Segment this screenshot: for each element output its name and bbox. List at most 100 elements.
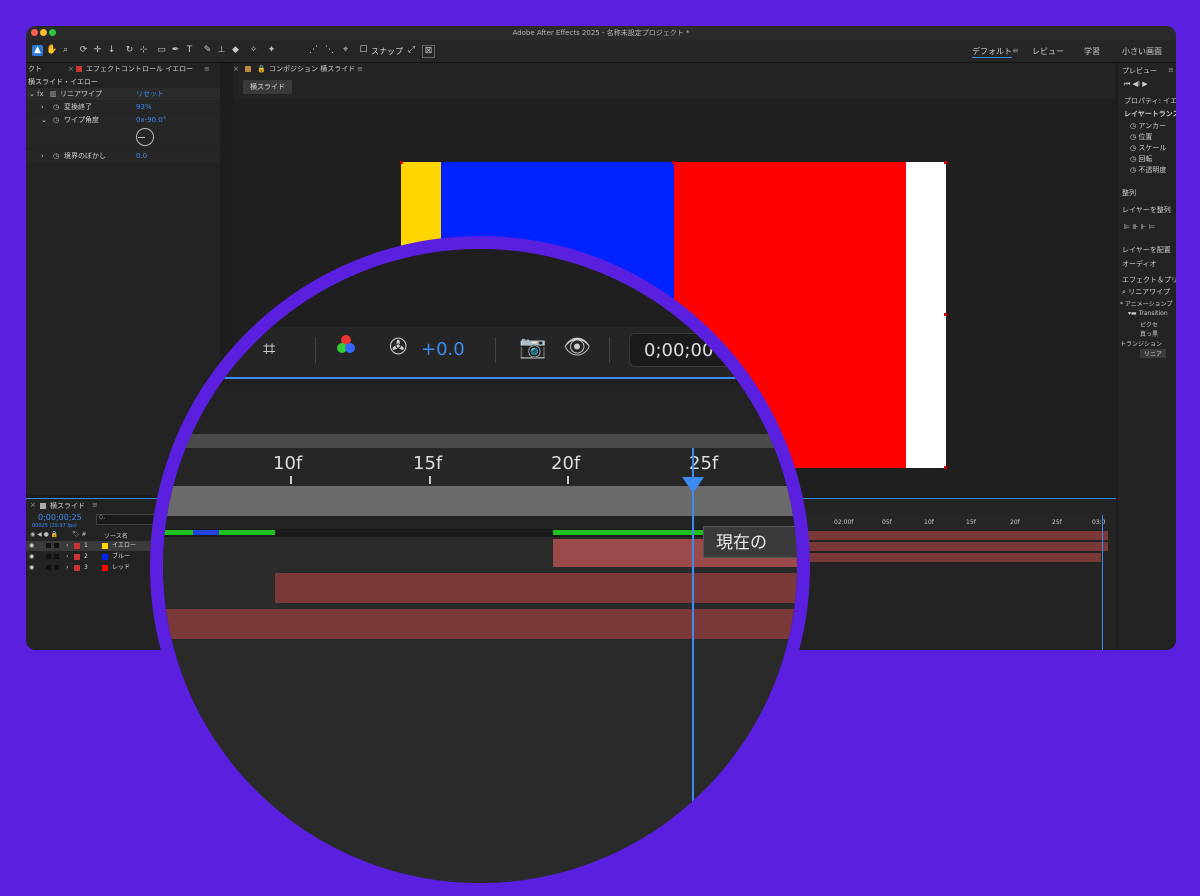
expand-arrow-icon[interactable]: ›: [66, 563, 68, 573]
roto-brush-tool-icon[interactable]: ✧: [248, 45, 259, 56]
exposure-value[interactable]: +0.0: [421, 339, 465, 360]
axis-view-icon[interactable]: ⌖: [340, 45, 351, 56]
solo-switch[interactable]: [46, 543, 51, 548]
panel-menu-icon[interactable]: ≡: [357, 63, 363, 75]
align-to-label[interactable]: レイヤーを整列: [1122, 205, 1171, 215]
angle-dial-icon[interactable]: [136, 128, 154, 146]
panel-menu-icon[interactable]: ≡: [92, 501, 98, 509]
visibility-icon[interactable]: ◉: [29, 541, 34, 551]
solo-switch[interactable]: [46, 554, 51, 559]
exposure-reset-icon[interactable]: ✇: [389, 335, 407, 360]
align-buttons-icon[interactable]: ⊫ ⊪ ⊩ ⊨: [1124, 223, 1155, 231]
stopwatch-icon[interactable]: ◷: [53, 150, 59, 162]
transform-anchor[interactable]: ◷ アンカー: [1130, 121, 1166, 131]
workspace-small-screen[interactable]: 小さい画面: [1122, 46, 1162, 57]
preset-item[interactable]: ピクセ: [1140, 320, 1158, 329]
workspace-review[interactable]: レビュー: [1032, 46, 1064, 57]
source-name-header[interactable]: ソース名: [104, 531, 128, 540]
lock-switch[interactable]: [54, 543, 59, 548]
clone-stamp-tool-icon[interactable]: ⊥: [216, 45, 227, 56]
timeline-comp-tab[interactable]: 横スライド: [50, 501, 85, 511]
transitions-folder[interactable]: ▾▬ Transition: [1128, 310, 1168, 317]
zoomed-time-navigator[interactable]: [163, 434, 797, 448]
effects-presets-tab[interactable]: エフェクト＆プリ: [1122, 275, 1176, 285]
lock-icon[interactable]: 🔒: [257, 63, 266, 75]
dolly-tool-icon[interactable]: ↓: [106, 45, 117, 56]
timecode-display[interactable]: 0;00;00: [629, 333, 797, 367]
playhead-icon[interactable]: [682, 477, 704, 493]
preset-item[interactable]: 真っ黒: [1140, 329, 1158, 338]
layer-row-2[interactable]: ◉ › 2 ブルー: [26, 552, 156, 562]
expand-arrow-icon[interactable]: ⌄: [41, 114, 47, 126]
orbit-tool-icon[interactable]: ⟳: [78, 45, 89, 56]
snap-checkbox-icon[interactable]: ☐: [358, 45, 369, 56]
snap-grid-icon[interactable]: ⊠: [422, 45, 435, 58]
pan-tool-icon[interactable]: ✛: [92, 45, 103, 56]
eraser-tool-icon[interactable]: ◆: [230, 45, 241, 56]
stopwatch-icon[interactable]: ◷: [53, 101, 59, 113]
stopwatch-icon[interactable]: ◷: [53, 114, 59, 126]
expand-arrow-icon[interactable]: ›: [66, 552, 68, 562]
lock-switch[interactable]: [54, 554, 59, 559]
stopwatch-icon[interactable]: ◷: [1130, 144, 1136, 152]
lock-switch[interactable]: [54, 565, 59, 570]
effects-search-field[interactable]: ⌕ リニアワイプ: [1122, 287, 1170, 297]
align-tab[interactable]: 整列: [1122, 188, 1136, 198]
puppet-tool-icon[interactable]: ✦: [266, 45, 277, 56]
show-snapshot-icon[interactable]: 👁: [563, 335, 591, 360]
project-tab[interactable]: クト: [28, 63, 42, 75]
layer-row-1[interactable]: ◉ › 1 イエロー: [26, 541, 156, 551]
expand-arrow-icon[interactable]: ›: [66, 541, 68, 551]
transition-category[interactable]: トランジション: [1120, 339, 1162, 348]
effect-controls-tab[interactable]: エフェクトコントロール イエロー: [86, 63, 193, 75]
zoomed-work-area[interactable]: [163, 486, 797, 516]
layer-name[interactable]: ブルー: [112, 552, 130, 562]
stopwatch-icon[interactable]: ◷: [1130, 166, 1136, 174]
label-color[interactable]: [74, 554, 80, 560]
region-of-interest-icon[interactable]: ⌗: [263, 337, 275, 362]
label-color[interactable]: [74, 543, 80, 549]
text-tool-icon[interactable]: T: [184, 45, 195, 56]
stopwatch-icon[interactable]: ◷: [1130, 133, 1136, 141]
layer-handle[interactable]: [944, 161, 947, 164]
timeline-search-input[interactable]: Q₊: [96, 514, 156, 525]
zoom-tool-icon[interactable]: ⌕: [60, 45, 71, 56]
transform-scale[interactable]: ◷ スケール: [1130, 143, 1166, 153]
layer-bar-2[interactable]: [806, 542, 1108, 551]
transform-rotation[interactable]: ◷ 回転: [1130, 154, 1152, 164]
composition-tab[interactable]: コンポジション 横スライド: [269, 63, 355, 75]
rectangle-tool-icon[interactable]: ▭: [156, 45, 167, 56]
animation-presets-folder[interactable]: * アニメーションプ: [1120, 299, 1173, 308]
zoomed-layer-bar-2[interactable]: [275, 573, 797, 603]
feather-value[interactable]: 0.0: [136, 150, 147, 162]
wipe-angle-value[interactable]: 0x-90.0°: [136, 114, 166, 126]
reset-link[interactable]: リセット: [136, 88, 164, 100]
time-ruler[interactable]: 02:00f 05f 10f 15f 20f 25f 03:0: [806, 513, 1106, 529]
panel-collapse-icon[interactable]: ×: [233, 63, 239, 75]
panel-close-icon[interactable]: ×: [30, 501, 36, 509]
close-tab-icon[interactable]: ×: [68, 63, 74, 75]
layer-handle[interactable]: [400, 161, 403, 164]
transition-item[interactable]: リニア: [1140, 349, 1167, 358]
work-area-end[interactable]: [1102, 515, 1103, 650]
comp-breadcrumb-tab[interactable]: 横スライド: [243, 80, 292, 94]
layer-row-3[interactable]: ◉ › 3 レッド: [26, 563, 156, 573]
hand-tool-icon[interactable]: ✋: [46, 45, 57, 56]
current-timecode[interactable]: 0;00;00;25: [38, 513, 82, 522]
audio-tab[interactable]: オーディオ: [1122, 259, 1157, 269]
zoomed-time-ruler[interactable]: 10f 15f 20f 25f: [163, 448, 797, 488]
expand-arrow-icon[interactable]: ›: [41, 150, 44, 162]
solo-switch[interactable]: [46, 565, 51, 570]
current-time-indicator[interactable]: [692, 448, 694, 883]
snap-option-icon[interactable]: ⤢: [406, 45, 417, 56]
label-color[interactable]: [74, 565, 80, 571]
workspace-menu-icon[interactable]: ≡: [1012, 46, 1019, 55]
preview-controls-icon[interactable]: ⏮ ◀I ▶: [1124, 80, 1148, 89]
axis-world-icon[interactable]: ⋱: [324, 45, 335, 56]
layer-bar-1[interactable]: [806, 531, 1108, 540]
layer-handle[interactable]: [672, 161, 675, 164]
workspace-default[interactable]: デフォルト: [972, 46, 1012, 58]
fx-icon[interactable]: fx: [37, 88, 44, 100]
visibility-icon[interactable]: ◉: [29, 563, 34, 573]
effect-toggle-icon[interactable]: ▥: [50, 88, 57, 100]
